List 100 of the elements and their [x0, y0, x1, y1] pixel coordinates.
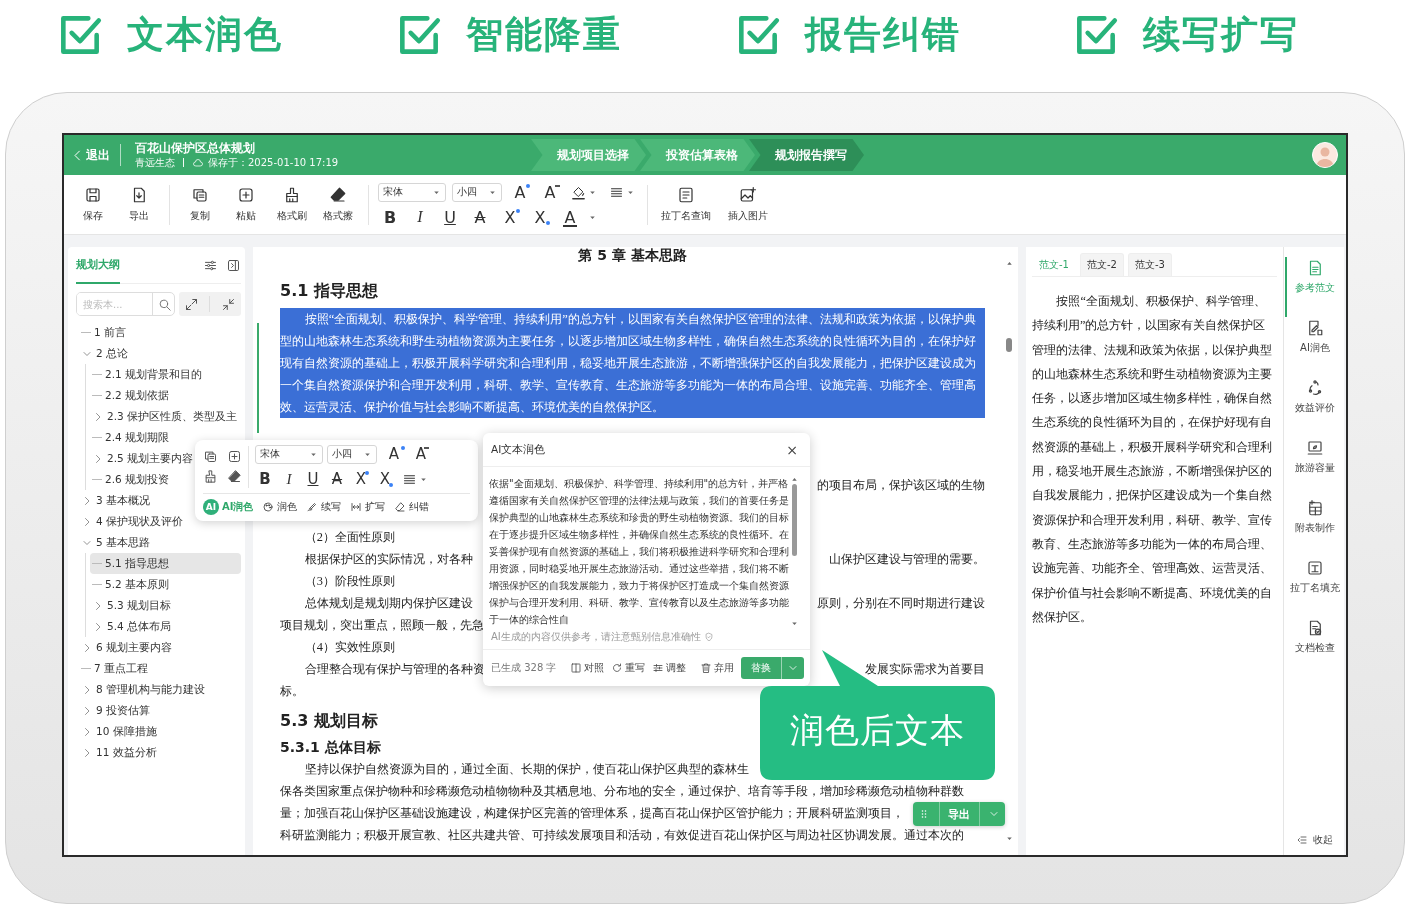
copy-icon	[203, 449, 218, 464]
edit-document-icon	[1306, 319, 1324, 337]
disclaimer-text: AI生成的内容仅供参考，请注意甄别信息准确性	[491, 630, 701, 644]
font-grow-button[interactable]: A	[508, 182, 532, 202]
outline-item[interactable]: 2.1 规划背景和目的	[90, 364, 203, 385]
dropdown[interactable]: 宋体	[378, 182, 446, 202]
action-button[interactable]: 调整	[652, 661, 687, 675]
outline-item[interactable]: 6 规划主要内容	[76, 637, 173, 658]
action-button[interactable]: 续写	[306, 499, 342, 514]
underline-button[interactable]: U	[303, 469, 323, 489]
outline-item[interactable]: 2.2 规划依据	[90, 385, 170, 406]
tool-button[interactable]: 粘贴	[225, 186, 267, 223]
collapse-icon	[220, 296, 236, 312]
tool-button[interactable]: 格式擦	[317, 186, 359, 223]
font-color-button[interactable]: A	[558, 207, 582, 227]
outline-item[interactable]: 5 基本思路	[76, 532, 151, 553]
outline-item[interactable]: 2.4 规划期限	[90, 427, 170, 448]
outline-item[interactable]: 7 重点工程	[76, 658, 149, 679]
avatar[interactable]	[1312, 142, 1338, 168]
columns-icon	[570, 662, 583, 674]
text-line: 山保护区建设与管理的需要。	[829, 551, 985, 568]
dropdown[interactable]: 小四	[452, 182, 502, 202]
save-time: 保存于：2025-01-10 17:19	[208, 155, 339, 170]
font-shrink-button[interactable]: A	[538, 182, 562, 202]
outline-item[interactable]: 8 管理机构与能力建设	[76, 679, 206, 700]
superscript-button[interactable]: X	[351, 469, 371, 489]
tool-button[interactable]: 拉丁名查询	[657, 186, 715, 223]
outline-item[interactable]: 2.6 规划投资	[90, 469, 170, 490]
shield-icon	[703, 632, 714, 642]
outline-item[interactable]: 1 前言	[76, 322, 127, 343]
strikethrough-button[interactable]: A	[327, 469, 347, 489]
scrollbar-thumb[interactable]	[791, 484, 797, 556]
subsection-heading: 5.3.1 总体目标	[280, 738, 381, 757]
section-heading: 5.1 指导思想	[280, 280, 378, 302]
bold-button[interactable]: B	[255, 469, 275, 489]
tool-button[interactable]: 复制	[179, 186, 221, 223]
outline-item[interactable]: 11 效益分析	[76, 742, 157, 763]
text-line: 项目规划，突出重点，照顾一般，先急	[280, 617, 484, 634]
add-box-icon	[237, 186, 255, 204]
outline-item[interactable]: 5.1 指导思想	[90, 553, 241, 574]
outline-item[interactable]: 5.4 总体布局	[90, 616, 172, 637]
action-button[interactable]: 润色	[262, 499, 298, 514]
collapse-button[interactable]: 收起	[1295, 833, 1333, 847]
font-grow-button[interactable]: A	[381, 444, 407, 464]
bold-button[interactable]: B	[378, 207, 402, 227]
italic-button[interactable]: I	[279, 469, 299, 489]
expand-collapse-buttons[interactable]	[179, 292, 241, 316]
side-tool[interactable]: AI润色	[1284, 317, 1344, 377]
dropdown[interactable]: 宋体	[255, 444, 323, 464]
organization-name: 青远生态	[135, 155, 175, 170]
outline-item[interactable]: 5.3 规划目标	[90, 595, 172, 616]
principle-heading: （3）阶段性原则	[304, 573, 395, 590]
eraser-icon	[394, 500, 407, 513]
tool-button[interactable]: 导出	[118, 186, 160, 223]
outline-item[interactable]: 10 保障措施	[76, 721, 157, 742]
list-box-icon	[677, 186, 695, 204]
feature-label: 报告纠错	[804, 12, 961, 58]
tool-button[interactable]: 插入图片	[719, 186, 777, 223]
superscript-button[interactable]: X	[498, 207, 522, 227]
eraser-icon	[227, 469, 242, 484]
tool-button[interactable]: 格式刷	[271, 186, 313, 223]
action-button[interactable]: 纠错	[394, 499, 430, 514]
side-tool[interactable]: 文档检查	[1284, 617, 1344, 677]
tool-button[interactable]: 保存	[72, 186, 114, 223]
scrollbar-thumb[interactable]	[1006, 338, 1012, 352]
sample-tab[interactable]: 范文-2	[1080, 253, 1124, 276]
underline-button[interactable]: U	[438, 207, 462, 227]
action-button[interactable]: 扩写	[350, 499, 386, 514]
sample-text: 按照“全面规划、积极保护、科学管理、持续利用”的总方针，以国家有关自然保护区管理的法律、法规和政策为依据，以保护典型的山地森林生态系统和野生动植物资源为主要任务，以逐步增加区域生物多样性，确保自然生态系统的良性循环为目的，在保护好现有自然资源的基础上，积极开展科学研究和合理利用，稳妥地开展生态旅游，不断增强保护区的自我发展能力，把保护区建设成为一个集自然资源保护和合理开发利用，科研、教学、宣传教育、生态旅游等多功能为一体的布局合理、设施完善、功能齐全、管理高效、运营灵活、保护价值与社会影响不断提高、环境优美的自然保护区。	[1032, 293, 1273, 626]
italic-button[interactable]: I	[408, 207, 432, 227]
subscript-button[interactable]: X	[375, 469, 395, 489]
side-tool[interactable]: 旅游容量	[1284, 437, 1344, 497]
side-tool[interactable]: 拉丁名填充	[1284, 557, 1344, 617]
sample-tab[interactable]: 范文-3	[1127, 253, 1172, 276]
outline-item[interactable]: 2.3 保护区性质、类型及主	[90, 406, 238, 427]
close-button[interactable]: ×	[784, 441, 800, 458]
outline-item[interactable]: 3 基本概况	[76, 490, 151, 511]
outline-item[interactable]: 2 总论	[76, 343, 129, 364]
ai-badge: AI	[203, 498, 219, 515]
subscript-button[interactable]: X	[528, 207, 552, 227]
action-button[interactable]: 弃用	[700, 661, 735, 675]
dropdown[interactable]: 小四	[327, 444, 377, 464]
step-tab[interactable]: 规划报告撰写	[749, 139, 864, 171]
action-button[interactable]: 重写	[611, 661, 646, 675]
font-shrink-button[interactable]: A	[411, 444, 431, 464]
strikethrough-button[interactable]: A	[468, 207, 492, 227]
section-heading: 5.3 规划目标	[280, 710, 378, 732]
width-arrows-icon	[350, 500, 363, 513]
chapter-title: 第 5 章 基本思路	[578, 246, 687, 265]
action-button[interactable]: 对照	[570, 661, 605, 675]
panel-title: AI文本润色	[491, 442, 546, 457]
side-tool[interactable]: 附表制作	[1284, 497, 1344, 557]
copy-icon	[191, 186, 209, 204]
outline-item[interactable]: 4 保护现状及评价	[76, 511, 184, 532]
sliders-icon	[652, 662, 665, 674]
search-field[interactable]: 搜索本...	[76, 292, 175, 316]
side-tool[interactable]: 效益评价	[1284, 377, 1344, 437]
outline-item[interactable]: 9 投资估算	[76, 700, 151, 721]
outline-item[interactable]: 5.2 基本原则	[90, 574, 170, 595]
outline-item[interactable]: 2.5 规划主要内容	[90, 448, 194, 469]
